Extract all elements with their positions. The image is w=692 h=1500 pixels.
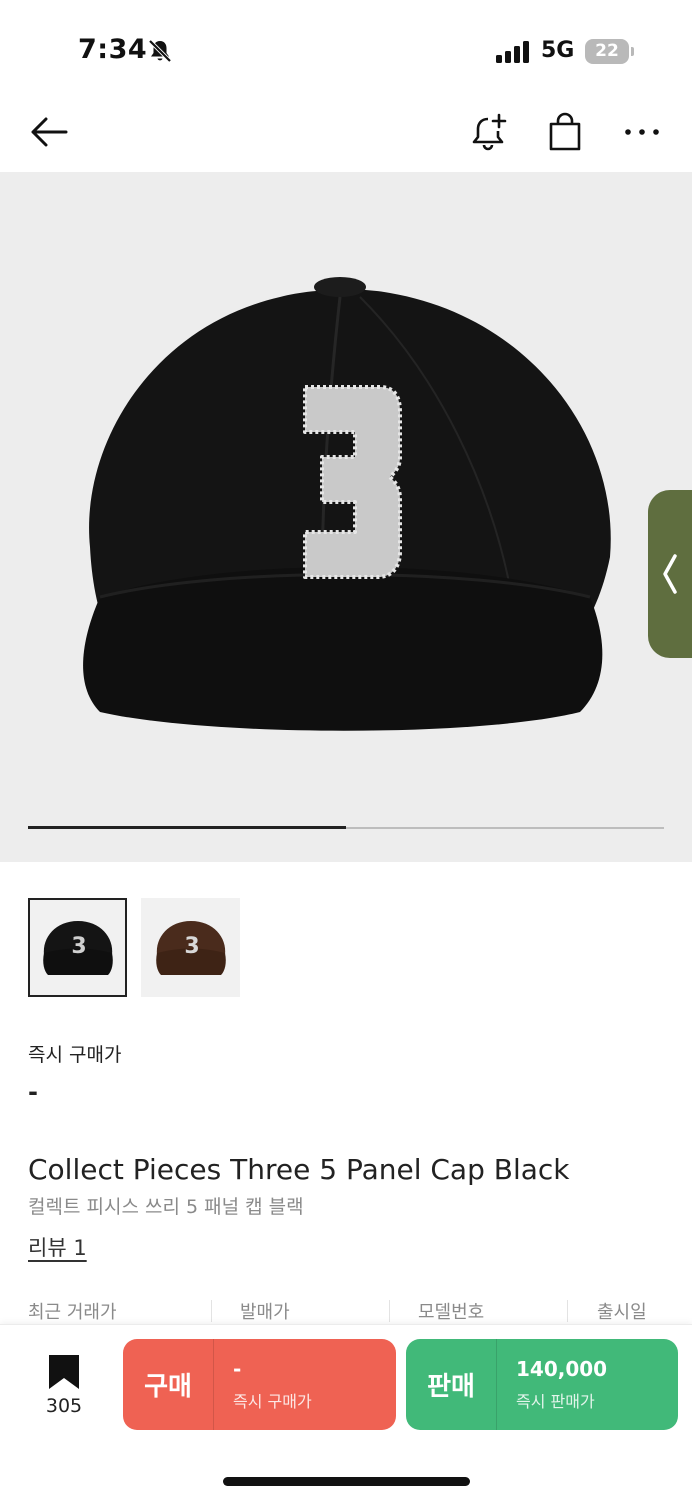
product-title-korean: 컬렉트 피시스 쓰리 5 패널 캡 블랙	[28, 1196, 304, 1218]
shopping-bag-icon	[549, 112, 581, 151]
battery-tip	[631, 47, 634, 56]
thumbnail-list: 3 3	[28, 898, 240, 997]
review-link[interactable]: 리뷰 1	[28, 1232, 87, 1262]
product-image	[83, 277, 611, 731]
chevron-left-icon	[663, 554, 677, 594]
info-divider	[211, 1300, 212, 1322]
buy-button[interactable]: 구매 - 즉시 구매가	[123, 1339, 396, 1430]
bell-plus-icon	[472, 113, 507, 151]
shopping-bag-button[interactable]	[541, 108, 589, 156]
back-arrow-icon	[31, 117, 68, 147]
product-title-english: Collect Pieces Three 5 Panel Cap Black	[28, 1153, 570, 1186]
instant-buy-price-label: 즉시 구매가	[28, 1044, 122, 1066]
status-time: 7:34	[78, 34, 148, 65]
bell-slash-icon	[148, 39, 172, 63]
battery-icon: 22	[585, 39, 629, 64]
buy-price: -	[233, 1357, 242, 1381]
buy-subtitle: 즉시 구매가	[233, 1392, 312, 1411]
image-progress-fill	[28, 826, 346, 829]
image-progress-track	[28, 826, 664, 829]
sell-button[interactable]: 판매 140,000 즉시 판매가	[406, 1339, 678, 1430]
buy-divider	[213, 1339, 214, 1430]
status-bar: 7:34 5G 22	[0, 0, 692, 100]
buy-label: 구매	[144, 1372, 192, 1402]
svg-text:3: 3	[184, 934, 199, 959]
more-horizontal-icon	[625, 129, 659, 135]
bookmark-icon	[49, 1355, 79, 1389]
product-image-gallery[interactable]	[0, 172, 692, 862]
wishlist-count: 305	[45, 1395, 83, 1417]
info-release-price-label: 발매가	[240, 1302, 290, 1323]
sell-price: 140,000	[516, 1357, 608, 1381]
svg-text:3: 3	[71, 934, 86, 959]
sell-divider	[496, 1339, 497, 1430]
thumbnail-black[interactable]: 3	[28, 898, 127, 997]
side-drawer-tab[interactable]	[648, 490, 692, 658]
bottom-action-bar: 305 구매 - 즉시 구매가 판매 140,000 즉시 판매가	[0, 1324, 692, 1500]
sell-label: 판매	[427, 1372, 475, 1402]
info-divider	[389, 1300, 390, 1322]
info-divider	[567, 1300, 568, 1322]
price-alert-button[interactable]	[464, 108, 512, 156]
info-model-number-label: 모델번호	[418, 1302, 485, 1323]
wishlist-button[interactable]: 305	[38, 1353, 90, 1419]
thumbnail-brown[interactable]: 3	[141, 898, 240, 997]
thumbnail-brown-image: 3	[155, 920, 226, 975]
network-type: 5G	[541, 38, 575, 63]
sell-subtitle: 즉시 판매가	[516, 1392, 595, 1411]
more-options-button[interactable]	[618, 108, 666, 156]
info-recent-price-label: 최근 거래가	[28, 1302, 117, 1323]
instant-buy-price-value: -	[28, 1078, 38, 1106]
thumbnail-black-image: 3	[42, 920, 113, 975]
home-indicator	[223, 1477, 470, 1486]
info-release-date-label: 출시일	[597, 1302, 647, 1323]
back-button[interactable]	[25, 108, 73, 156]
signal-bars-icon	[496, 41, 529, 63]
